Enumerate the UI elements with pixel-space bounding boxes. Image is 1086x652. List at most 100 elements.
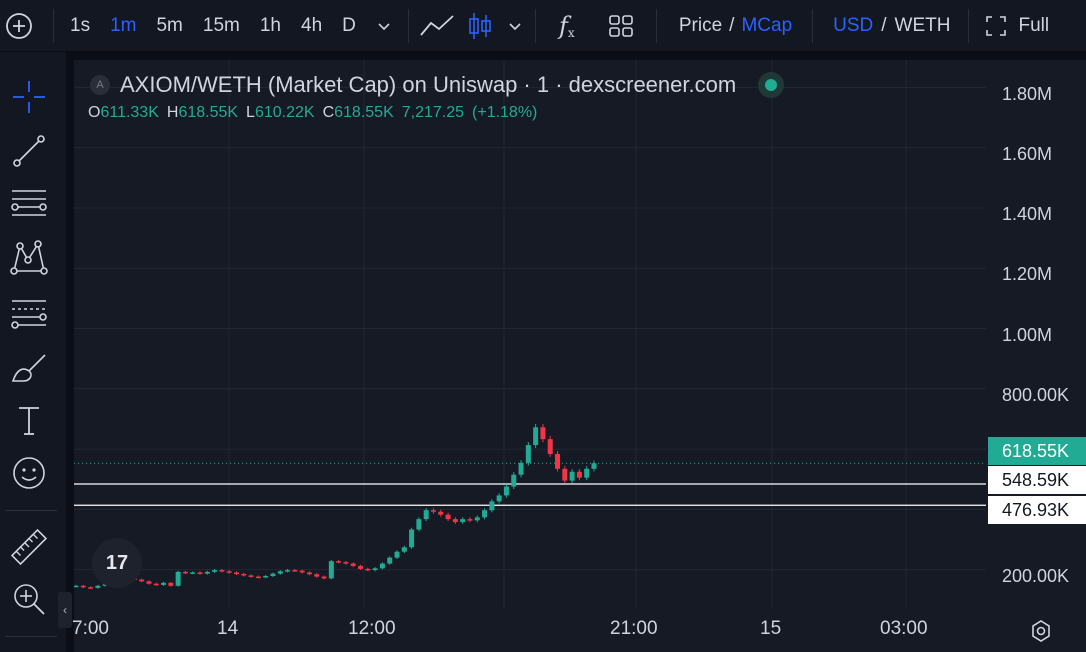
pattern-tool[interactable] bbox=[8, 236, 50, 278]
interval-1m[interactable]: 1m bbox=[100, 0, 146, 52]
indicators-button[interactable]: fx bbox=[536, 0, 598, 52]
candle bbox=[467, 519, 473, 521]
candle bbox=[74, 585, 79, 588]
candle bbox=[518, 462, 524, 475]
candle bbox=[204, 571, 210, 574]
line-chart-icon bbox=[420, 14, 454, 36]
candle bbox=[88, 587, 94, 589]
weth-toggle[interactable]: WETH bbox=[895, 15, 951, 37]
candle bbox=[438, 511, 444, 515]
chart-type-button[interactable] bbox=[409, 0, 465, 52]
brush-icon bbox=[11, 354, 46, 382]
fx-sub: x bbox=[567, 25, 575, 40]
candle bbox=[511, 474, 517, 487]
candle bbox=[584, 468, 590, 478]
candle bbox=[547, 439, 553, 454]
candle bbox=[255, 576, 261, 579]
time-tick: 7:00 bbox=[72, 618, 109, 639]
trend-line-tool[interactable] bbox=[8, 130, 50, 172]
text-icon bbox=[19, 407, 39, 435]
forecast-tool[interactable] bbox=[8, 292, 50, 334]
sidebar-divider bbox=[5, 510, 57, 511]
candle bbox=[139, 579, 145, 582]
candle bbox=[562, 468, 568, 481]
candle bbox=[197, 572, 203, 574]
sidebar-divider bbox=[5, 636, 57, 637]
horizontal-line-label: 548.59K bbox=[988, 466, 1086, 494]
toolbar-divider bbox=[53, 8, 54, 43]
chart-settings-button[interactable] bbox=[1028, 618, 1054, 644]
candle bbox=[343, 562, 349, 564]
fx-icon: f bbox=[559, 11, 568, 40]
candle bbox=[182, 571, 188, 574]
zoom-in-icon bbox=[14, 584, 45, 615]
interval-15m[interactable]: 15m bbox=[193, 0, 250, 52]
price-tick: 800.00K bbox=[1002, 385, 1070, 405]
candle bbox=[452, 519, 458, 523]
ohlc-low: 610.22K bbox=[254, 104, 315, 121]
candle bbox=[430, 510, 436, 512]
interval-d[interactable]: D bbox=[332, 0, 366, 52]
fib-retracement-tool[interactable] bbox=[8, 182, 50, 224]
grid-layout-icon bbox=[609, 14, 633, 37]
candles-button[interactable] bbox=[465, 0, 495, 52]
interval-4h[interactable]: 4h bbox=[291, 0, 332, 52]
layouts-button[interactable] bbox=[598, 0, 644, 52]
crosshair-tool[interactable] bbox=[8, 76, 50, 118]
candle bbox=[387, 557, 393, 564]
ohlc-open-key: O bbox=[88, 104, 101, 121]
brush-tool[interactable] bbox=[8, 346, 50, 388]
price-tick: 1.80M bbox=[1002, 84, 1053, 104]
horizontal-line-label: 476.93K bbox=[988, 496, 1086, 524]
candle bbox=[569, 471, 575, 481]
candle bbox=[299, 570, 305, 573]
tradingview-logo[interactable]: 17 bbox=[92, 538, 142, 588]
candle bbox=[146, 581, 152, 584]
slash-separator: / bbox=[729, 14, 735, 36]
candle bbox=[372, 568, 378, 571]
chart-pane[interactable] bbox=[74, 60, 986, 608]
candle bbox=[409, 529, 415, 548]
candle bbox=[379, 563, 385, 569]
ohlc-close: 618.55K bbox=[334, 104, 394, 121]
text-tool[interactable] bbox=[8, 400, 50, 442]
chevron-down-icon bbox=[378, 22, 390, 30]
interval-dropdown-button[interactable] bbox=[366, 0, 402, 52]
zoom-in-tool[interactable] bbox=[8, 578, 50, 620]
candle bbox=[161, 582, 167, 585]
candle bbox=[533, 427, 539, 446]
volume-value: 7,217.25 bbox=[401, 104, 465, 121]
collapse-sidebar-button[interactable]: ‹ bbox=[58, 592, 72, 628]
price-toggle[interactable]: Price bbox=[679, 15, 722, 37]
interval-1s[interactable]: 1s bbox=[60, 0, 100, 52]
interval-1h[interactable]: 1h bbox=[250, 0, 291, 52]
candle bbox=[95, 585, 101, 588]
time-tick: 12:00 bbox=[348, 618, 396, 639]
chevron-down-icon bbox=[509, 22, 521, 30]
price-tick: 1.20M bbox=[1002, 264, 1053, 284]
chart-type-dropdown[interactable] bbox=[495, 0, 535, 52]
candle bbox=[474, 517, 480, 521]
fullscreen-button[interactable]: Full bbox=[969, 0, 1049, 52]
candle bbox=[277, 571, 283, 574]
measure-tool[interactable] bbox=[8, 526, 50, 568]
change-percent: (+1.18%) bbox=[472, 104, 538, 121]
candle bbox=[460, 519, 466, 523]
ohlc-close-key: C bbox=[322, 104, 335, 121]
usd-toggle[interactable]: USD bbox=[833, 15, 873, 37]
plus-circle-icon bbox=[6, 12, 32, 39]
candle bbox=[248, 575, 254, 577]
candle bbox=[226, 571, 232, 573]
mcap-toggle[interactable]: MCap bbox=[741, 15, 792, 37]
emoji-tool[interactable] bbox=[8, 452, 50, 494]
ruler-icon bbox=[10, 528, 48, 566]
price-tick: 1.60M bbox=[1002, 144, 1053, 164]
time-tick: 03:00 bbox=[880, 618, 928, 639]
ohlc-legend: O611.33K H618.55K L610.22K C618.55K 7,217.25… bbox=[88, 104, 545, 122]
symbol-title[interactable]: AXIOM/WETH (Market Cap) on Uniswap · 1 ·… bbox=[120, 72, 736, 98]
current-price-label: 618.55K bbox=[988, 437, 1086, 465]
add-symbol-button[interactable] bbox=[0, 0, 38, 52]
ohlc-high: 618.55K bbox=[178, 104, 239, 121]
interval-5m[interactable]: 5m bbox=[146, 0, 192, 52]
candle bbox=[153, 583, 159, 586]
